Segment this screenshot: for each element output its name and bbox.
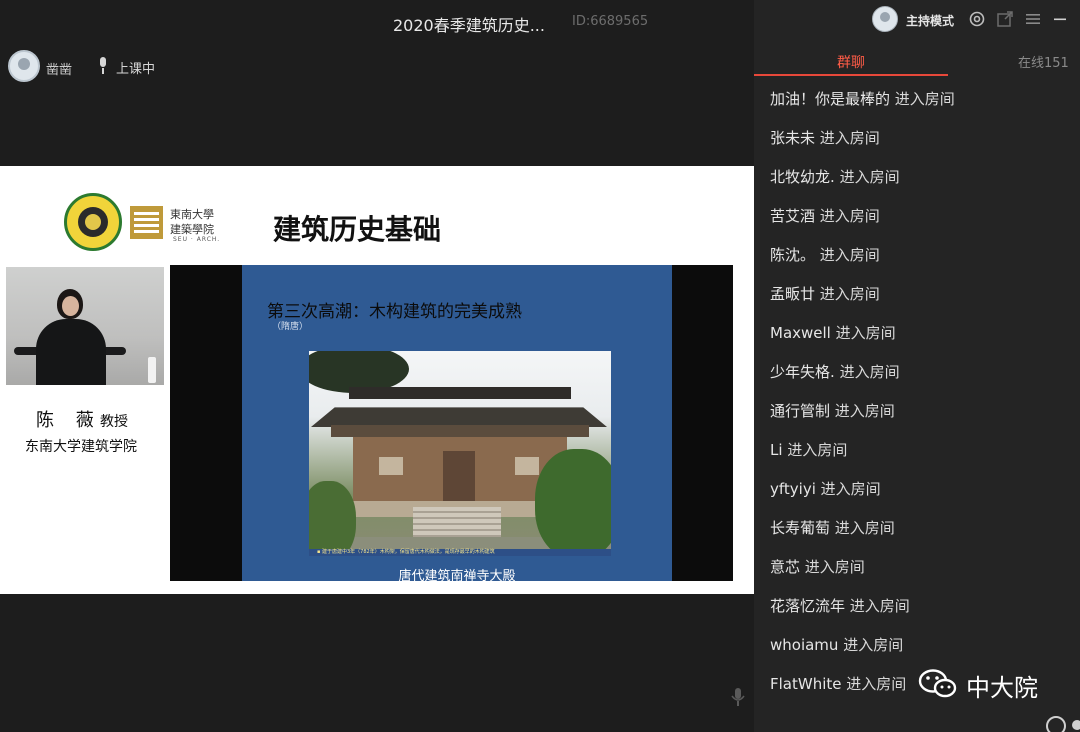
teacher-title: 教授 — [100, 414, 128, 430]
share-icon[interactable] — [996, 10, 1014, 28]
teacher-figure — [14, 289, 126, 385]
chat-message: 通行管制 进入房间 — [770, 398, 1070, 437]
school-name-line2: 建築學院 — [170, 223, 214, 236]
chat-username: FlatWhite — [770, 675, 842, 693]
chat-username: Li — [770, 441, 783, 459]
chat-panel: 主持模式 群聊 在线151 加油！你是最棒的 进入房间 张未未 进入房间 北牧幼… — [754, 0, 1080, 732]
school-abbrev: SEU · ARCH. — [173, 236, 221, 243]
tab-group-chat[interactable]: 群聊 — [754, 44, 948, 76]
wechat-logo — [918, 669, 957, 698]
chat-username: 花落忆流年 — [770, 597, 846, 615]
chat-message: 苦艾酒 进入房间 — [770, 203, 1070, 242]
chat-message: 长寿葡萄 进入房间 — [770, 515, 1070, 554]
chat-username: 孟畈廿 — [770, 285, 816, 303]
chat-message: yftyiyi 进入房间 — [770, 476, 1070, 515]
classroom-window: 2020春季建筑历史... ID:6689565 凿凿 上课中 東南大學 建築學… — [0, 0, 1080, 732]
temple-photo: ▪ 建于唐建中3年（782年）木构架，保留唐代木构做法，是现存最早的木构建筑 — [309, 351, 611, 556]
chat-message: 花落忆流年 进入房间 — [770, 593, 1070, 632]
host-avatar[interactable] — [8, 50, 40, 82]
room-id[interactable]: ID:6689565 — [572, 14, 648, 29]
chat-message: 意芯 进入房间 — [770, 554, 1070, 593]
chat-action: 进入房间 — [819, 129, 880, 147]
chat-message: Maxwell 进入房间 — [770, 320, 1070, 359]
mic-icon — [100, 57, 106, 74]
chat-username: Maxwell — [770, 324, 831, 342]
chat-username: 少年失格. — [770, 363, 835, 381]
chat-action: 进入房间 — [839, 363, 900, 381]
chat-message: Li 进入房间 — [770, 437, 1070, 476]
chat-action: 进入房间 — [839, 168, 900, 186]
teacher-name: 陈 薇 — [36, 410, 102, 431]
chat-message: 孟畈廿 进入房间 — [770, 281, 1070, 320]
menu-icon[interactable] — [1024, 10, 1042, 28]
chat-action: 进入房间 — [819, 285, 880, 303]
university-seal-logo — [64, 193, 122, 251]
chat-action: 进入房间 — [846, 675, 907, 693]
chat-action: 进入房间 — [894, 90, 955, 108]
chat-tabs: 群聊 在线151 — [754, 44, 1080, 76]
chat-username: 长寿葡萄 — [770, 519, 831, 537]
chat-action: 进入房间 — [819, 246, 880, 264]
minimize-icon[interactable] — [1051, 10, 1069, 28]
room-title: 2020春季建筑历史... — [393, 16, 545, 35]
main-stage: 2020春季建筑历史... ID:6689565 凿凿 上课中 東南大學 建築學… — [0, 0, 754, 732]
chat-username: 意芯 — [770, 558, 801, 576]
desk-cup — [148, 357, 156, 383]
ppt-subheading: （隋唐） — [272, 322, 309, 332]
top-controls: 主持模式 — [754, 0, 1080, 40]
mic-icon[interactable] — [731, 688, 745, 706]
chat-action: 进入房间 — [787, 441, 848, 459]
chat-username: whoiamu — [770, 636, 839, 654]
wechat-account-name: 中大院 — [966, 674, 1038, 702]
chat-message: 加油！你是最棒的 进入房间 — [770, 86, 1070, 125]
tab-group-chat-label: 群聊 — [837, 55, 865, 71]
chat-action: 进入房间 — [835, 324, 896, 342]
ppt-slide: 第三次高潮：木构建筑的完美成熟 （隋唐） ▪ 建于唐建中3年（782年）木构架，… — [242, 265, 672, 584]
settings-icon[interactable] — [968, 10, 986, 28]
chat-action: 进入房间 — [834, 402, 895, 420]
chat-action: 进入房间 — [819, 207, 880, 225]
ppt-caption: 唐代建筑南禅寺大殿 — [398, 569, 516, 584]
chat-action: 进入房间 — [804, 558, 865, 576]
chat-action: 进入房间 — [820, 480, 881, 498]
chat-username: 通行管制 — [770, 402, 831, 420]
chat-message: 张未未 进入房间 — [770, 125, 1070, 164]
chat-message: 少年失格. 进入房间 — [770, 359, 1070, 398]
course-title: 建筑历史基础 — [273, 213, 442, 246]
teacher-school: 东南大学建筑学院 — [25, 439, 137, 455]
school-arch-logo — [130, 206, 163, 239]
emoji-icon[interactable] — [1046, 716, 1066, 732]
user-avatar[interactable] — [872, 6, 898, 32]
chat-action: 进入房间 — [843, 636, 904, 654]
tab-online[interactable]: 在线151 — [1018, 52, 1069, 71]
class-status: 上课中 — [116, 62, 156, 77]
chat-action: 进入房间 — [849, 597, 910, 615]
chat-username: 陈沈。 — [770, 246, 816, 264]
chat-username: 张未未 — [770, 129, 816, 147]
chat-message: 北牧幼龙. 进入房间 — [770, 164, 1070, 203]
host-mode-label[interactable]: 主持模式 — [906, 12, 954, 29]
chat-list[interactable]: 加油！你是最棒的 进入房间 张未未 进入房间 北牧幼龙. 进入房间 苦艾酒 进入… — [770, 86, 1070, 710]
shared-screen: 第三次高潮：木构建筑的完美成熟 （隋唐） ▪ 建于唐建中3年（782年）木构架，… — [170, 265, 733, 584]
photo-caption-strip: ▪ 建于唐建中3年（782年）木构架，保留唐代木构做法，是现存最早的木构建筑 — [309, 549, 611, 556]
teacher-video — [6, 267, 164, 385]
school-name-line1: 東南大學 — [170, 208, 214, 221]
title-bar: 2020春季建筑历史... ID:6689565 — [0, 0, 754, 44]
photo-caption-small: ▪ 建于唐建中3年（782年）木构架，保留唐代木构做法，是现存最早的木构建筑 — [317, 549, 495, 555]
shared-slide: 東南大學 建築學院 SEU · ARCH. 建筑历史基础 陈 薇 教授 东南大学… — [0, 166, 754, 594]
chat-username: yftyiyi — [770, 480, 816, 498]
chat-username: 北牧幼龙. — [770, 168, 835, 186]
chat-action: 进入房间 — [834, 519, 895, 537]
more-icon[interactable] — [1072, 720, 1080, 730]
host-name: 凿凿 — [46, 63, 73, 78]
wechat-watermark: 中大院 — [918, 664, 1058, 704]
chat-username: 加油！你是最棒的 — [770, 90, 891, 108]
chat-message: 陈沈。 进入房间 — [770, 242, 1070, 281]
chat-username: 苦艾酒 — [770, 207, 816, 225]
